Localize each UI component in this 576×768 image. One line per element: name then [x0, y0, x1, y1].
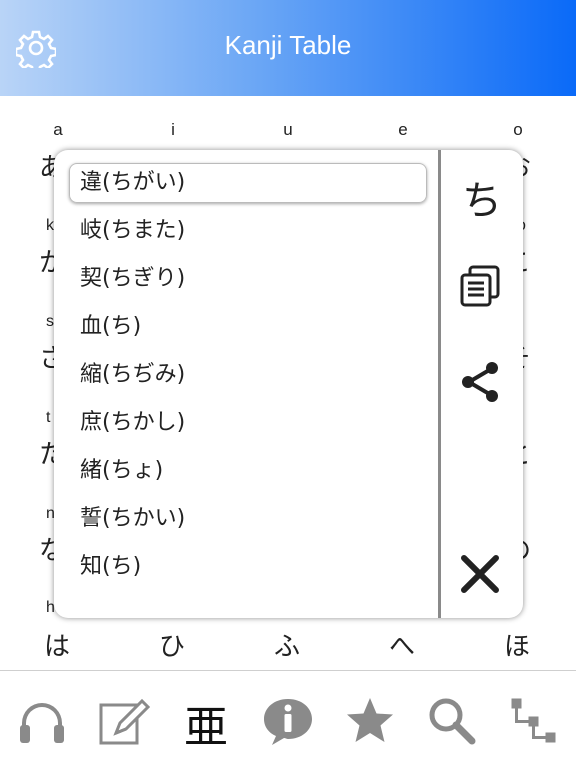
list-item[interactable]: 緒(ちょ)	[80, 453, 163, 489]
edit-icon[interactable]	[98, 695, 150, 747]
list-item[interactable]: 岐(ちまた)	[80, 213, 185, 249]
star-icon[interactable]	[344, 695, 396, 747]
list-item[interactable]: 契(ちぎり)	[80, 261, 185, 297]
kana-cell[interactable]: ほ	[497, 626, 537, 663]
share-icon[interactable]	[458, 360, 502, 404]
kanji-tab[interactable]: 亜	[180, 691, 232, 755]
hierarchy-icon[interactable]	[508, 695, 560, 747]
list-item[interactable]: 誓(ちかい)	[80, 501, 185, 537]
row-header: t	[46, 409, 51, 426]
row-header: s	[46, 313, 54, 330]
column-header: u	[283, 120, 293, 139]
header-bar: Kanji Table	[0, 0, 576, 96]
tab-bar: 亜	[0, 670, 576, 768]
kana-cell[interactable]: へ	[382, 626, 422, 663]
page-title: Kanji Table	[224, 30, 352, 60]
column-header: i	[171, 120, 175, 139]
list-item[interactable]: 縮(ちぢみ)	[80, 357, 185, 393]
list-item[interactable]: 知(ち)	[80, 549, 141, 585]
search-icon[interactable]	[426, 695, 478, 747]
column-header: e	[398, 120, 408, 139]
close-icon[interactable]	[458, 552, 502, 596]
kana-cell[interactable]: は	[37, 626, 77, 663]
headphones-icon[interactable]	[16, 695, 68, 747]
kanji-popup: 違(ちがい) 岐(ちまた) 契(ちぎり) 血(ち) 縮(ちぢみ) 庶(ちかし) …	[54, 150, 523, 618]
column-header: a	[53, 120, 63, 139]
list-item[interactable]: 違(ちがい)	[80, 165, 185, 201]
copy-icon[interactable]	[458, 264, 502, 308]
list-item[interactable]: 庶(ちかし)	[80, 405, 185, 441]
kanji-list[interactable]: 違(ちがい) 岐(ちまた) 契(ちぎり) 血(ち) 縮(ちぢみ) 庶(ちかし) …	[54, 150, 438, 618]
kana-cell[interactable]: ひ	[152, 626, 192, 663]
selected-kana: ち	[462, 178, 502, 224]
row-header: k	[46, 217, 54, 234]
list-item[interactable]: 血(ち)	[80, 309, 141, 345]
kana-cell[interactable]: ふ	[267, 626, 307, 663]
column-header: o	[513, 120, 523, 139]
info-icon[interactable]	[262, 695, 314, 747]
